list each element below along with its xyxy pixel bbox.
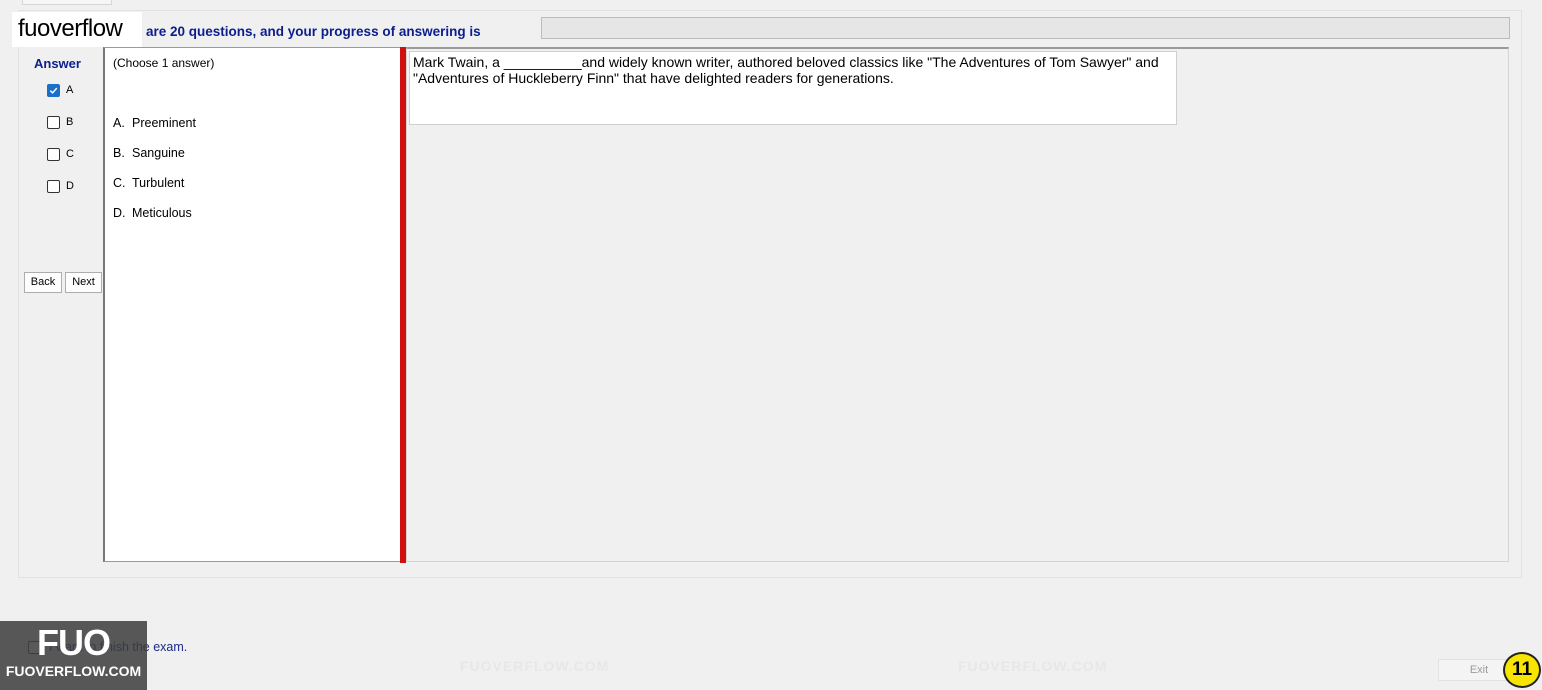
choices-panel: (Choose 1 answer) A. Preeminent B. Sanguin… [103, 47, 400, 562]
background-watermark: FUOVERFLOW.COM [958, 658, 1108, 674]
back-button[interactable]: Back [24, 272, 62, 293]
answer-option-label: A [66, 84, 74, 96]
answer-panel: Answer A B C D [22, 50, 102, 300]
progress-text: are 20 questions, and your progress of a… [146, 24, 481, 39]
answer-option-d[interactable]: D [47, 178, 74, 194]
tab-questions[interactable] [22, 0, 112, 5]
choice-text: Sanguine [132, 146, 185, 160]
answer-option-c[interactable]: C [47, 146, 74, 162]
checkbox-b[interactable] [47, 115, 60, 129]
next-button[interactable]: Next [65, 272, 102, 293]
watermark-label: fuoverflow [12, 12, 142, 47]
choice-letter: C. [113, 176, 126, 190]
choice-item-a: A. Preeminent [113, 116, 196, 130]
choice-text: Meticulous [132, 206, 192, 220]
checkbox-c[interactable] [47, 147, 60, 161]
top-tab-strip [0, 0, 1542, 8]
question-text: Mark Twain, a __________and widely known… [409, 51, 1177, 125]
choice-letter: B. [113, 146, 125, 160]
answer-option-label: C [66, 148, 74, 160]
answer-option-b[interactable]: B [47, 114, 73, 130]
checkbox-d[interactable] [47, 179, 60, 193]
brand-badge: FUO FUOVERFLOW.COM [0, 621, 147, 690]
answer-option-a[interactable]: A [47, 82, 73, 98]
choice-text: Turbulent [132, 176, 185, 190]
answer-option-label: D [66, 180, 74, 192]
answer-title: Answer [34, 56, 81, 71]
choose-hint: (Choose 1 answer) [113, 56, 215, 70]
checkbox-a[interactable] [47, 83, 60, 97]
choice-letter: D. [113, 206, 126, 220]
progress-bar [541, 17, 1510, 39]
choice-item-b: B. Sanguine [113, 146, 185, 160]
choice-letter: A. [113, 116, 125, 130]
brand-logo: FUO [37, 622, 111, 663]
brand-site: FUOVERFLOW.COM [5, 663, 142, 679]
page-number-badge: 11 [1503, 652, 1541, 688]
choice-item-c: C. Turbulent [113, 176, 184, 190]
choice-text: Preeminent [132, 116, 196, 130]
question-area: Mark Twain, a __________and widely known… [406, 47, 1509, 562]
answer-option-label: B [66, 116, 74, 128]
background-watermark: FUOVERFLOW.COM [460, 658, 610, 674]
choice-item-d: D. Meticulous [113, 206, 192, 220]
check-icon [49, 87, 58, 94]
